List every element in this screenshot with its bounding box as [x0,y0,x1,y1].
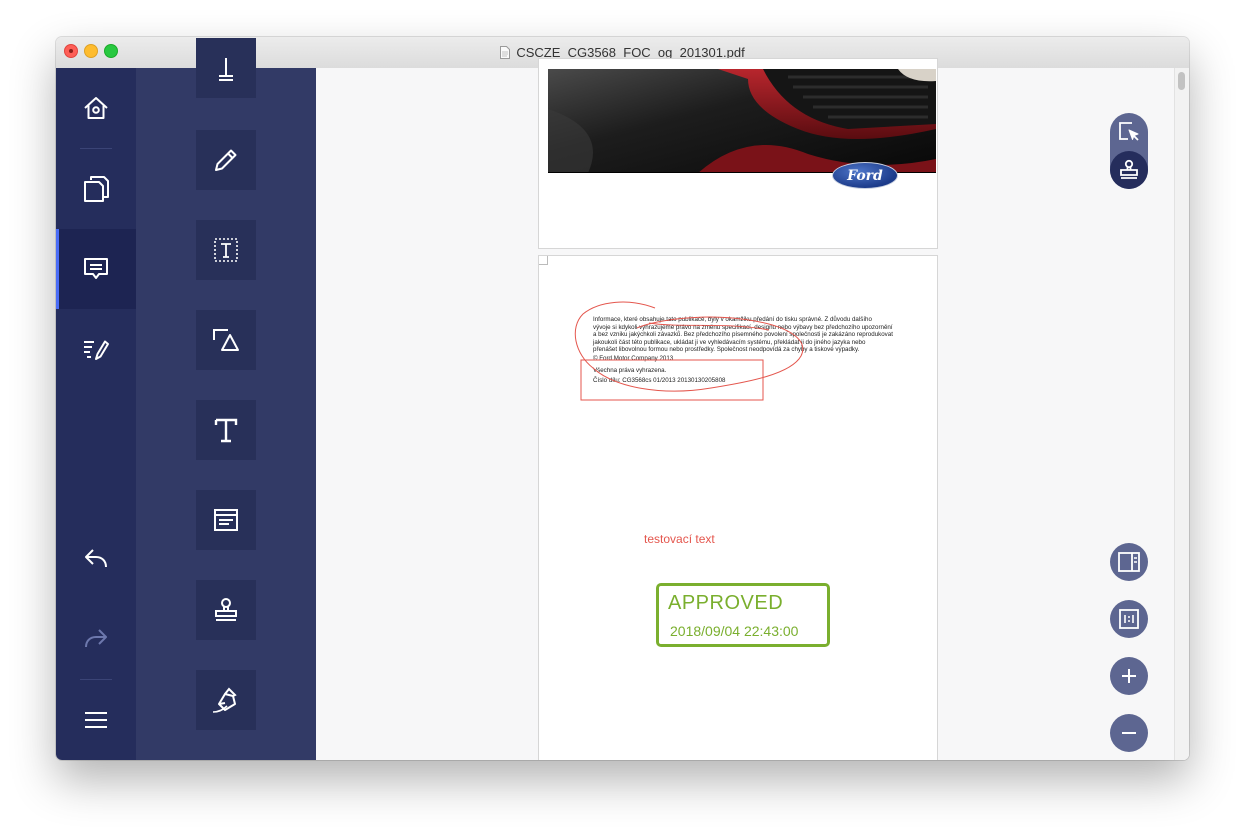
ford-logo: Ford [832,162,898,189]
stamp-title: APPROVED [668,592,784,614]
home-icon [82,94,110,122]
pages-icon [82,174,110,204]
menu-icon [83,710,109,730]
select-mode-button[interactable] [1110,113,1148,151]
nav-edit-form[interactable] [56,309,136,389]
nav-home[interactable] [56,68,136,148]
main-nav [56,68,136,760]
zoom-in-icon [1120,667,1138,685]
nav-comment[interactable] [56,229,136,309]
single-page-view-button[interactable] [1110,543,1148,581]
nav-pages[interactable] [56,149,136,229]
tool-stamp[interactable] [196,580,256,640]
single-page-icon [1118,552,1140,572]
text-annotation[interactable]: testovací text [644,532,715,546]
rectangle-annotation [580,359,764,401]
comment-icon [82,255,110,283]
approved-stamp[interactable]: APPROVED 2018/09/04 22:43:00 [656,583,830,647]
mode-switch [1110,113,1148,189]
text-box-icon [212,236,240,264]
vertical-scrollbar[interactable] [1174,68,1189,760]
tool-text-box[interactable] [196,220,256,280]
signature-pen-icon [211,686,241,714]
select-icon [1118,121,1140,143]
text-icon [212,416,240,444]
text-cursor-icon [212,54,240,82]
app-window: CSCZE_CG3568_FOC_og_201301.pdf Ford Info… [56,37,1189,760]
undo-button[interactable] [56,518,136,598]
note-icon [212,506,240,534]
redo-button[interactable] [56,598,136,678]
pdf-file-icon [500,46,511,59]
edit-form-icon [82,335,110,363]
redo-icon [82,624,110,652]
tool-pencil[interactable] [196,130,256,190]
actual-size-button[interactable] [1110,600,1148,638]
pencil-icon [212,146,240,174]
car-photo [548,69,936,173]
pdf-page-2: Informace, které obsahuje tato publikace… [538,255,938,760]
comment-tools-panel [136,38,316,760]
tool-shapes[interactable] [196,310,256,370]
stamp-mode-icon [1118,159,1140,181]
pdf-page-1: Ford [538,58,938,249]
zoom-out-button[interactable] [1110,714,1148,752]
tool-note[interactable] [196,490,256,550]
document-viewer[interactable]: Ford Informace, které obsahuje tato publ… [316,58,1189,760]
undo-icon [82,544,110,572]
tool-text-cursor[interactable] [196,38,256,98]
zoom-in-button[interactable] [1110,657,1148,695]
zoom-out-icon [1120,724,1138,742]
tool-signature[interactable] [196,670,256,730]
stamp-mode-button[interactable] [1110,151,1148,189]
actual-size-icon [1119,609,1139,629]
tool-text[interactable] [196,400,256,460]
stamp-icon [212,596,240,624]
scrollbar-thumb[interactable] [1178,72,1185,90]
menu-button[interactable] [56,680,136,760]
shapes-icon [211,326,241,354]
stamp-date: 2018/09/04 22:43:00 [670,623,799,639]
ink-annotation[interactable] [539,256,937,760]
